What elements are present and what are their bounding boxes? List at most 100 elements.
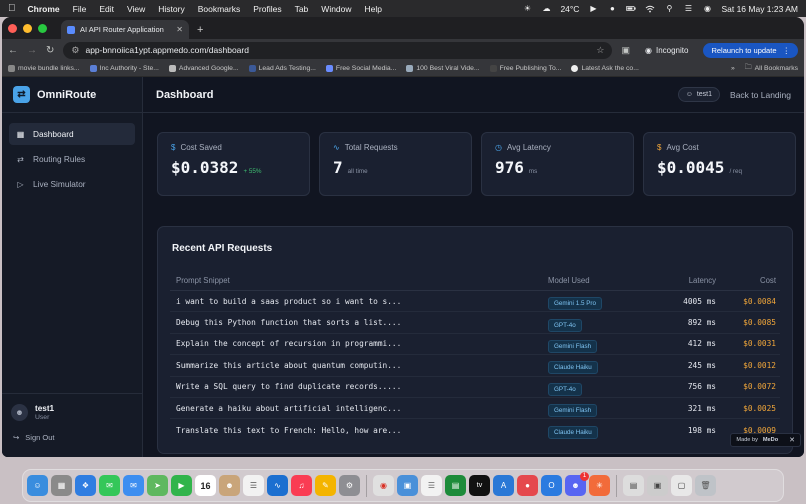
apple-icon[interactable]: 	[8, 3, 16, 14]
menu-history[interactable]: History	[158, 4, 184, 14]
sidebar-item-routing-rules[interactable]: ⇄ Routing Rules	[9, 148, 135, 170]
claude-icon[interactable]: ✳	[589, 475, 610, 496]
table-row[interactable]: i want to build a saas product so i want…	[170, 291, 780, 313]
back-arrow-icon[interactable]: ←	[8, 45, 18, 56]
maps-icon[interactable]: ➤	[147, 475, 168, 496]
table-row[interactable]: Write a SQL query to find duplicate reco…	[170, 377, 780, 398]
forward-arrow-icon[interactable]: →	[27, 45, 37, 56]
launchpad-icon[interactable]: ▦	[51, 475, 72, 496]
menu-profiles[interactable]: Profiles	[253, 4, 281, 14]
chrome-icon[interactable]: ◉	[373, 475, 394, 496]
incognito-indicator[interactable]: ◉ Incognito	[639, 46, 694, 55]
finder-icon[interactable]: ☺	[27, 475, 48, 496]
zoom-window-button[interactable]	[38, 23, 47, 33]
outlook-icon[interactable]: O	[541, 475, 562, 496]
menu-chrome[interactable]: Chrome	[28, 4, 60, 14]
brightness-icon[interactable]: ☀	[522, 4, 532, 13]
screenshots-stack-icon[interactable]: ▢	[671, 475, 692, 496]
bookmark-star-icon[interactable]: ☆	[596, 45, 604, 56]
bookmark-item[interactable]: Inc Authority - Ste...	[89, 65, 159, 72]
bookmark-item[interactable]: Free Publishing To...	[489, 65, 561, 72]
menu-clock[interactable]: Sat 16 May 1:23 AM	[721, 4, 798, 14]
app-root: ⇄ OmniRoute ▦ Dashboard ⇄ Routing Rules …	[2, 77, 804, 457]
menu-help[interactable]: Help	[365, 4, 382, 14]
control-center-icon[interactable]: ☰	[683, 4, 693, 13]
bookmark-item[interactable]: Advanced Google...	[168, 65, 239, 72]
back-to-landing-link[interactable]: Back to Landing	[730, 90, 791, 100]
main-content: Dashboard ☺ test1 Back to Landing $ Cost…	[143, 77, 804, 457]
numbers-icon[interactable]: ▤	[445, 475, 466, 496]
menu-tab[interactable]: Tab	[295, 4, 309, 14]
trash-icon[interactable]: 🗑	[695, 475, 716, 496]
bookmark-item[interactable]: Lead Ads Testing...	[248, 65, 316, 72]
preview-icon[interactable]: ▣	[397, 475, 418, 496]
documents-stack-icon[interactable]: ▣	[647, 475, 668, 496]
reminders-icon[interactable]: ☰	[243, 475, 264, 496]
menu-bookmarks[interactable]: Bookmarks	[198, 4, 241, 14]
discord-icon[interactable]: ☻ 1	[565, 472, 589, 496]
battery-icon[interactable]	[626, 4, 637, 13]
apple-tv-icon[interactable]: tv	[469, 475, 490, 496]
brand[interactable]: ⇄ OmniRoute	[2, 77, 142, 113]
wifi-icon[interactable]	[645, 4, 655, 13]
calendar-icon[interactable]: 16	[195, 475, 216, 496]
music-icon[interactable]: ♫	[291, 475, 312, 496]
cost-value: $0.0012	[743, 360, 776, 370]
weather-temp[interactable]: 24°C	[560, 4, 579, 14]
relaunch-button[interactable]: Relaunch to update ⋮	[703, 42, 798, 58]
facetime-icon[interactable]: ▶	[171, 475, 192, 496]
reload-icon[interactable]: ↻	[46, 45, 54, 56]
bookmark-item[interactable]: 100 Best Viral Vide...	[406, 65, 480, 72]
photo-app-icon[interactable]: ●	[517, 475, 538, 496]
search-icon[interactable]: ⚲	[664, 4, 674, 13]
bookmark-label: Latest Ask the co...	[581, 65, 639, 72]
close-tab-icon[interactable]: ✕	[176, 25, 183, 34]
made-by-badge[interactable]: Made by MeDo ✕	[730, 433, 801, 447]
menu-view[interactable]: View	[127, 4, 145, 14]
user-profile[interactable]: ☻ test1 User	[11, 404, 133, 421]
tab-strip: AI API Router Application ✕ +	[2, 17, 804, 39]
weather-cloud-icon[interactable]: ☁	[541, 4, 551, 13]
menu-file[interactable]: File	[73, 4, 87, 14]
bookmark-item[interactable]: Free Social Media...	[325, 65, 396, 72]
siri-icon[interactable]: ◉	[702, 4, 712, 13]
downloads-stack-icon[interactable]: ▤	[623, 475, 644, 496]
table-row[interactable]: Generate a haiku about artificial intell…	[170, 398, 780, 420]
bookmark-item[interactable]: movie bundle links...	[8, 65, 80, 72]
new-tab-button[interactable]: +	[197, 20, 203, 39]
sign-out-button[interactable]: ↪ Sign Out	[11, 433, 133, 442]
table-row[interactable]: Translate this text to French: Hello, ho…	[170, 419, 780, 440]
system-settings-icon[interactable]: ⚙	[339, 475, 360, 496]
all-bookmarks-button[interactable]: 🗀 All Bookmarks	[745, 63, 798, 74]
notes-icon[interactable]: ☰	[421, 475, 442, 496]
sidebar-item-live-simulator[interactable]: ▷ Live Simulator	[9, 173, 135, 195]
play-circle-icon[interactable]: ▶	[588, 4, 598, 13]
safari-icon[interactable]: ❖	[75, 475, 96, 496]
table-row[interactable]: Summarize this article about quantum com…	[170, 355, 780, 377]
site-info-icon[interactable]: ⚙	[71, 45, 79, 56]
mail-icon[interactable]: ✉	[123, 475, 144, 496]
minimize-window-button[interactable]	[23, 23, 32, 33]
close-window-button[interactable]	[8, 23, 17, 33]
close-badge-icon[interactable]: ✕	[789, 436, 795, 444]
user-circle-icon[interactable]: ●	[607, 4, 617, 13]
bookmark-item[interactable]: Latest Ask the co...	[571, 65, 639, 72]
cast-icon[interactable]: ▣	[621, 45, 630, 56]
app-store-icon[interactable]: A	[493, 475, 514, 496]
menu-edit[interactable]: Edit	[99, 4, 114, 14]
messages-icon[interactable]: ✉	[99, 475, 120, 496]
bookmarks-overflow-icon[interactable]: »	[731, 65, 735, 72]
user-chip[interactable]: ☺ test1	[677, 87, 721, 102]
address-bar[interactable]: ⚙ app-bnnoiica1ypt.appmedo.com/dashboard…	[63, 41, 613, 59]
prompt-snippet: Debug this Python function that sorts a …	[176, 318, 402, 328]
url-text[interactable]: app-bnnoiica1ypt.appmedo.com/dashboard	[85, 45, 590, 55]
table-row[interactable]: Debug this Python function that sorts a …	[170, 312, 780, 334]
contacts-icon[interactable]: ☻	[219, 475, 240, 496]
freeform-icon[interactable]: ∿	[267, 475, 288, 496]
table-row[interactable]: Explain the concept of recursion in prog…	[170, 334, 780, 356]
browser-tab[interactable]: AI API Router Application ✕	[61, 20, 189, 39]
menu-window[interactable]: Window	[321, 4, 351, 14]
pages-icon[interactable]: ✎	[315, 475, 336, 496]
sidebar-item-dashboard[interactable]: ▦ Dashboard	[9, 123, 135, 145]
more-menu-icon[interactable]: ⋮	[783, 46, 791, 55]
